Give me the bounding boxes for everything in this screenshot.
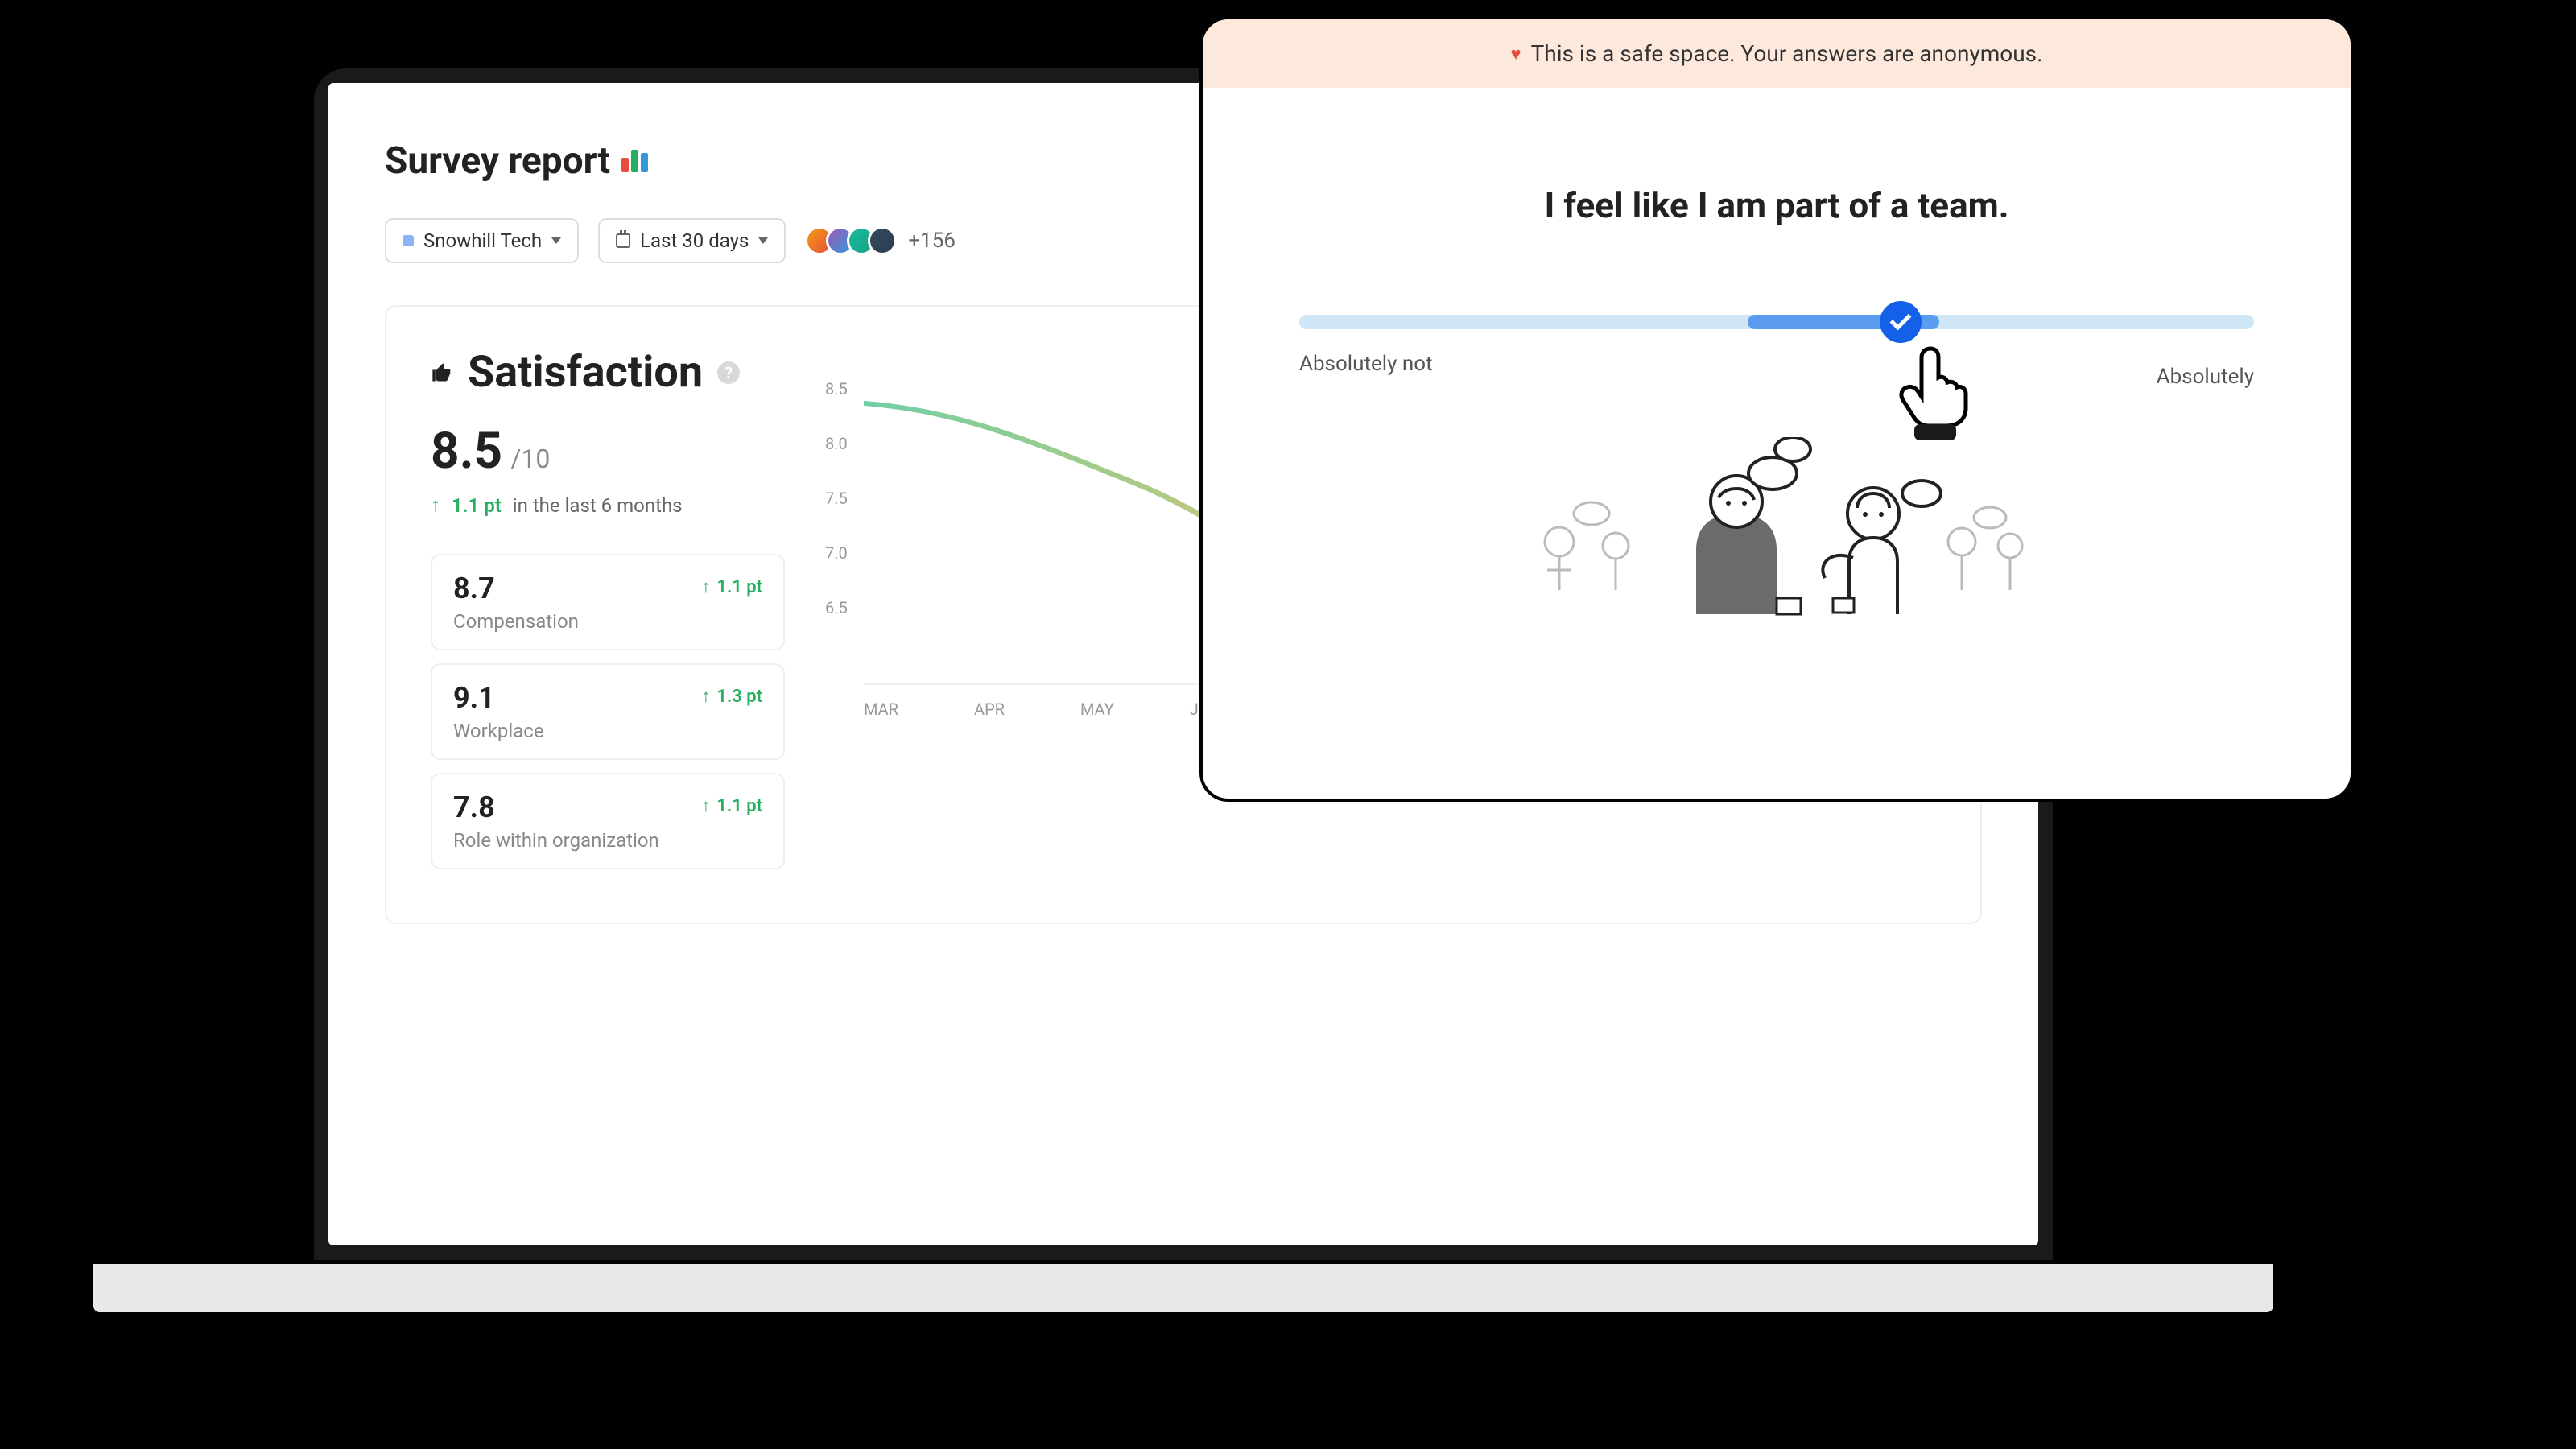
slider-thumb[interactable] [1880,301,1922,343]
satisfaction-left: Satisfaction ? 8.5 /10 ↑ 1.1 pt in the l… [431,347,785,882]
survey-popup: ♥ This is a safe space. Your answers are… [1199,16,2354,802]
chevron-down-icon [551,237,561,244]
x-tick: MAR [864,700,898,719]
y-tick: 7.5 [825,489,848,543]
thumbs-up-icon [431,361,453,384]
laptop-base [93,1264,2273,1312]
team-illustration [1203,437,2351,630]
satisfaction-heading: Satisfaction [468,347,703,398]
y-tick: 8.0 [825,434,848,489]
satisfaction-delta: 1.1 pt [452,494,502,517]
pointing-hand-icon [1893,345,1974,442]
y-tick: 7.0 [825,543,848,598]
survey-question: I feel like I am part of a team. [1203,184,2351,226]
bar-chart-icon [621,150,648,172]
arrow-up-icon: ↑ [701,686,710,707]
avatar-stack[interactable]: +156 [805,226,956,255]
slider-max-label: Absolutely [2157,365,2254,389]
metric-value: 8.7 [453,572,579,605]
satisfaction-delta-period: in the last 6 months [513,494,683,517]
page-title-text: Survey report [385,139,610,183]
banner-text: This is a safe space. Your answers are a… [1531,40,2043,67]
safe-space-banner: ♥ This is a safe space. Your answers are… [1203,19,2351,88]
satisfaction-score: 8.5 [431,422,502,481]
chart-y-axis: 8.5 8.0 7.5 7.0 6.5 [825,379,848,653]
metric-label: Role within organization [453,829,659,852]
metric-delta: 1.1 pt [716,577,762,597]
company-color-icon [402,235,414,246]
check-icon [1890,309,1912,331]
metric-value: 7.8 [453,791,659,824]
survey-slider-container: Absolutely not Absolutely [1203,315,2351,389]
arrow-up-icon: ↑ [701,795,710,816]
period-filter-label: Last 30 days [640,229,749,252]
help-icon[interactable]: ? [717,361,740,384]
avatar-extra-count: +156 [908,229,956,253]
satisfaction-score-max: /10 [510,444,550,474]
x-tick: MAY [1080,700,1114,719]
metric-role[interactable]: 7.8 Role within organization ↑ 1.1 pt [431,773,785,869]
metric-workplace[interactable]: 9.1 Workplace ↑ 1.3 pt [431,663,785,760]
metric-delta: 1.1 pt [716,796,762,816]
metric-label: Workplace [453,720,544,742]
period-filter[interactable]: Last 30 days [598,218,786,263]
company-filter-label: Snowhill Tech [423,229,542,252]
metric-label: Compensation [453,610,579,633]
metric-delta: 1.3 pt [716,687,762,707]
avatar [868,226,897,255]
chevron-down-icon [758,237,768,244]
arrow-up-icon: ↑ [701,576,710,597]
calendar-icon [616,233,630,248]
heart-icon: ♥ [1511,43,1521,64]
arrow-up-icon: ↑ [431,493,440,517]
y-tick: 8.5 [825,379,848,434]
metric-value: 9.1 [453,681,544,715]
y-tick: 6.5 [825,598,848,653]
company-filter[interactable]: Snowhill Tech [385,218,579,263]
metric-compensation[interactable]: 8.7 Compensation ↑ 1.1 pt [431,554,785,650]
slider-min-label: Absolutely not [1299,352,1433,389]
survey-slider[interactable] [1299,315,2254,329]
x-tick: APR [974,700,1005,719]
